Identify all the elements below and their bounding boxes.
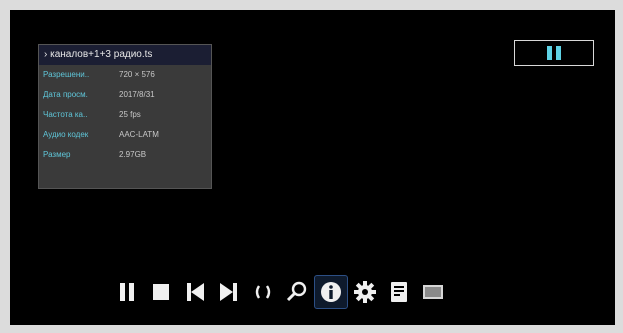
video-screen[interactable]: › каналов+1+3 радио.ts Разрешени.. 720 ×…: [10, 10, 615, 325]
info-value: 720 × 576: [119, 70, 155, 79]
playlist-button[interactable]: [382, 275, 416, 309]
screen-icon: [423, 285, 443, 299]
skip-forward-icon: [220, 283, 237, 301]
info-icon: [321, 282, 341, 302]
magnifier-icon: [286, 281, 307, 302]
pause-button[interactable]: [110, 275, 144, 309]
info-value: AAC-LATM: [119, 130, 159, 139]
skip-back-icon: [187, 283, 204, 301]
media-info-panel: › каналов+1+3 радио.ts Разрешени.. 720 ×…: [38, 44, 212, 189]
info-row-audio-codec: Аудио кодек AAC-LATM: [39, 125, 211, 145]
aspect-ratio-button[interactable]: [416, 275, 450, 309]
info-key: Размер: [43, 150, 71, 159]
info-key: Аудио кодек: [43, 130, 89, 139]
info-value: 2.97GB: [119, 150, 147, 159]
brackets-icon: [255, 285, 271, 299]
next-button[interactable]: [212, 275, 246, 309]
info-value: 25 fps: [119, 110, 141, 119]
ab-repeat-button[interactable]: [246, 275, 280, 309]
info-row-date: Дата просм. 2017/8/31: [39, 85, 211, 105]
previous-button[interactable]: [178, 275, 212, 309]
pause-icon: [120, 283, 134, 301]
pause-icon: [547, 46, 561, 60]
document-icon: [391, 282, 407, 302]
stop-icon: [153, 284, 169, 300]
settings-button[interactable]: [348, 275, 382, 309]
info-row-framerate: Частота ка.. 25 fps: [39, 105, 211, 125]
info-key: Частота ка..: [43, 110, 88, 119]
info-button[interactable]: [314, 275, 348, 309]
stop-button[interactable]: [144, 275, 178, 309]
info-value: 2017/8/31: [119, 90, 155, 99]
playback-status-indicator: [514, 40, 594, 66]
gear-icon: [354, 281, 376, 303]
info-row-size: Размер 2.97GB: [39, 145, 211, 165]
file-name: › каналов+1+3 радио.ts: [39, 45, 211, 65]
info-key: Разрешени..: [43, 70, 90, 79]
info-row-resolution: Разрешени.. 720 × 576: [39, 65, 211, 85]
info-key: Дата просм.: [43, 90, 88, 99]
search-button[interactable]: [280, 275, 314, 309]
playback-toolbar: [110, 272, 530, 312]
